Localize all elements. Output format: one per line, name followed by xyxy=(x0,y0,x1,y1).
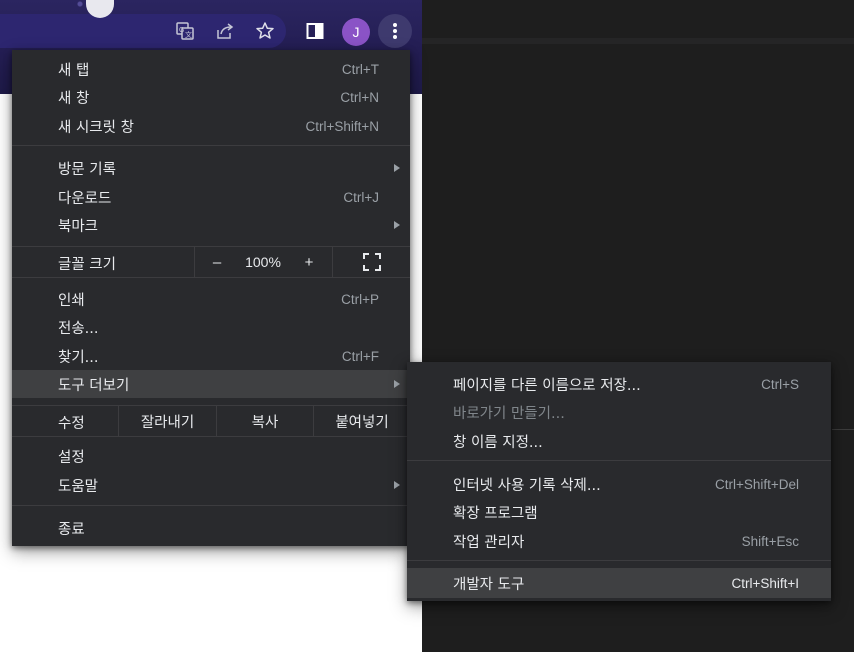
menu-item-label: 종료 xyxy=(58,521,85,538)
menu-item-name-window[interactable]: 창 이름 지정... xyxy=(407,427,831,455)
translate-icon[interactable]: G 文 xyxy=(173,19,197,43)
menu-item-label: 새 탭 xyxy=(58,62,90,79)
svg-text:G: G xyxy=(179,27,184,34)
menu-separator xyxy=(407,460,831,461)
menu-item-shortcut: Ctrl+Shift+N xyxy=(305,118,379,134)
menu-item-extensions[interactable]: 확장 프로그램 xyxy=(407,498,831,526)
side-panel-icon[interactable] xyxy=(303,19,327,43)
menu-separator xyxy=(12,145,410,146)
menu-item-label: 다운로드 xyxy=(58,190,112,207)
menu-item-shortcut: Shift+Esc xyxy=(741,533,799,549)
menu-item-shortcut: Ctrl+N xyxy=(340,89,379,105)
menu-item-label: 북마크 xyxy=(58,218,99,235)
menu-item-label: 인터넷 사용 기록 삭제... xyxy=(453,477,601,494)
menu-item-label: 설정 xyxy=(58,449,85,466)
menu-item-label: 페이지를 다른 이름으로 저장... xyxy=(453,377,641,394)
submenu-arrow-icon xyxy=(394,221,400,229)
menu-separator xyxy=(12,436,410,437)
menu-item-label: 찾기... xyxy=(58,349,99,366)
menu-item-save-page[interactable]: 페이지를 다른 이름으로 저장... Ctrl+S xyxy=(407,370,831,398)
share-icon[interactable] xyxy=(213,19,237,43)
menu-item-label: 작업 관리자 xyxy=(453,534,525,551)
menu-item-label: 전송... xyxy=(58,320,99,337)
menu-item-label: 개발자 도구 xyxy=(453,576,525,593)
menu-item-bookmarks[interactable]: 북마크 xyxy=(12,211,410,239)
menu-item-new-incognito[interactable]: 새 시크릿 창 Ctrl+Shift+N xyxy=(12,112,410,140)
menu-item-exit[interactable]: 종료 xyxy=(12,514,410,542)
edit-label: 수정 xyxy=(58,416,85,432)
menu-item-settings[interactable]: 설정 xyxy=(12,442,410,470)
bookmark-star-icon[interactable] xyxy=(253,19,277,43)
menu-separator xyxy=(332,247,333,277)
chrome-main-menu: 새 탭 Ctrl+T 새 창 Ctrl+N 새 시크릿 창 Ctrl+Shift… xyxy=(12,50,410,546)
menu-item-new-tab[interactable]: 새 탭 Ctrl+T xyxy=(12,55,410,83)
copy-button[interactable]: 복사 xyxy=(217,406,313,436)
menu-item-label: 확장 프로그램 xyxy=(453,505,538,522)
profile-avatar[interactable]: J xyxy=(342,18,370,46)
more-tools-submenu: 페이지를 다른 이름으로 저장... Ctrl+S 바로가기 만들기... 창 … xyxy=(407,362,831,601)
menu-item-label: 창 이름 지정... xyxy=(453,434,543,451)
menu-item-find[interactable]: 찾기... Ctrl+F xyxy=(12,342,410,370)
zoom-label: 글꼴 크기 xyxy=(58,257,116,273)
background-window-tabbar xyxy=(422,38,854,44)
menu-item-label: 새 시크릿 창 xyxy=(58,119,134,136)
menu-item-help[interactable]: 도움말 xyxy=(12,471,410,499)
menu-item-shortcut: Ctrl+T xyxy=(341,61,379,77)
edit-row: 수정 잘라내기 복사 붙여넣기 xyxy=(12,406,410,436)
background-divider xyxy=(832,429,854,430)
zoom-row: 글꼴 크기 – 100% + xyxy=(12,247,410,277)
more-menu-button[interactable] xyxy=(378,14,412,48)
menu-separator xyxy=(12,505,410,506)
menu-item-clear-browsing-data[interactable]: 인터넷 사용 기록 삭제... Ctrl+Shift+Del xyxy=(407,470,831,498)
menu-item-shortcut: Ctrl+J xyxy=(343,189,379,205)
zoom-level-value: 100% xyxy=(245,254,281,270)
zoom-in-button[interactable]: + xyxy=(294,247,324,277)
fullscreen-button[interactable] xyxy=(352,247,392,277)
menu-item-shortcut: Ctrl+Shift+I xyxy=(731,575,799,591)
menu-item-label: 인쇄 xyxy=(58,292,85,309)
menu-item-developer-tools[interactable]: 개발자 도구 Ctrl+Shift+I xyxy=(407,568,831,598)
paste-button[interactable]: 붙여넣기 xyxy=(314,406,410,436)
background-window-titlebar xyxy=(422,0,854,38)
menu-item-task-manager[interactable]: 작업 관리자 Shift+Esc xyxy=(407,527,831,555)
menu-item-history[interactable]: 방문 기록 xyxy=(12,154,410,182)
menu-item-shortcut: Ctrl+Shift+Del xyxy=(714,476,799,492)
zoom-out-button[interactable]: – xyxy=(202,247,232,277)
more-menu-icon xyxy=(393,23,397,39)
menu-item-more-tools[interactable]: 도구 더보기 xyxy=(12,370,410,398)
menu-item-cast[interactable]: 전송... xyxy=(12,313,410,341)
tab-strip-avatar xyxy=(86,0,114,18)
cut-button[interactable]: 잘라내기 xyxy=(119,406,216,436)
menu-item-label: 도구 더보기 xyxy=(58,377,130,394)
submenu-arrow-icon xyxy=(394,481,400,489)
menu-item-downloads[interactable]: 다운로드 Ctrl+J xyxy=(12,183,410,211)
menu-item-label: 도움말 xyxy=(58,478,99,495)
menu-item-shortcut: Ctrl+P xyxy=(341,291,379,307)
menu-item-shortcut: Ctrl+S xyxy=(761,376,799,392)
menu-item-label: 바로가기 만들기... xyxy=(453,405,565,422)
menu-separator xyxy=(12,277,410,278)
menu-item-create-shortcut: 바로가기 만들기... xyxy=(407,398,831,426)
menu-separator xyxy=(194,247,195,277)
menu-item-print[interactable]: 인쇄 Ctrl+P xyxy=(12,285,410,313)
menu-item-new-window[interactable]: 새 창 Ctrl+N xyxy=(12,83,410,111)
svg-text:文: 文 xyxy=(185,30,192,39)
menu-item-label: 방문 기록 xyxy=(58,161,116,178)
submenu-arrow-icon xyxy=(394,164,400,172)
fullscreen-icon xyxy=(363,253,381,271)
menu-item-shortcut: Ctrl+F xyxy=(341,348,379,364)
submenu-arrow-icon xyxy=(394,380,400,388)
address-bar[interactable] xyxy=(0,0,286,48)
menu-item-label: 새 창 xyxy=(58,90,90,107)
menu-separator xyxy=(407,560,831,561)
